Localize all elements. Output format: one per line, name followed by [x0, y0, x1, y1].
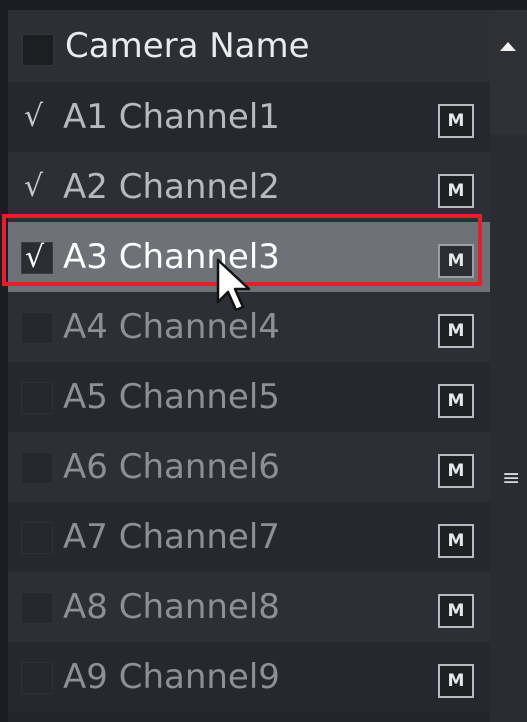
camera-row[interactable]: A6 Channel6 M — [8, 432, 490, 502]
modify-button[interactable]: M — [438, 664, 474, 698]
modify-button[interactable]: M — [438, 594, 474, 628]
camera-list-panel: Camera Name √ A1 Channel1 M √ A2 Channel2 M √ A… — [8, 10, 527, 722]
camera-row[interactable]: A9 Channel9 M — [8, 642, 490, 712]
scroll-thumb[interactable] — [490, 82, 527, 134]
camera-row[interactable]: A8 Channel8 M — [8, 572, 490, 642]
camera-name-label: A7 Channel7 — [63, 517, 280, 557]
modify-button[interactable]: M — [438, 524, 474, 558]
scroll-up-button[interactable] — [490, 10, 527, 82]
triangle-up-icon — [500, 42, 516, 51]
camera-row[interactable]: √ A1 Channel1 M — [8, 82, 490, 152]
camera-row[interactable]: A5 Channel5 M — [8, 362, 490, 432]
camera-name-label: A2 Channel2 — [63, 167, 280, 207]
modify-button[interactable]: M — [438, 104, 474, 138]
vertical-scrollbar[interactable]: ≡ — [490, 10, 527, 722]
row-checkbox[interactable]: √ — [21, 169, 53, 204]
modify-button[interactable]: M — [438, 244, 474, 278]
camera-row[interactable]: A7 Channel7 M — [8, 502, 490, 572]
hamburger-grip-icon[interactable]: ≡ — [502, 468, 520, 490]
camera-name-label: A8 Channel8 — [63, 587, 280, 627]
mouse-pointer-icon — [216, 258, 251, 312]
row-checkbox[interactable] — [21, 452, 53, 484]
modify-button[interactable]: M — [438, 174, 474, 208]
checkmark-icon: √ — [24, 99, 44, 134]
camera-name-label: A5 Channel5 — [63, 377, 280, 417]
modify-button[interactable]: M — [438, 384, 474, 418]
row-checkbox[interactable] — [21, 662, 53, 694]
modify-button[interactable]: M — [438, 314, 474, 348]
select-all-checkbox[interactable] — [22, 34, 54, 66]
row-checkbox[interactable]: √ — [21, 240, 53, 275]
row-checkbox[interactable]: √ — [21, 99, 53, 134]
camera-name-label: A1 Channel1 — [63, 97, 280, 137]
row-checkbox[interactable] — [21, 382, 53, 414]
checkmark-icon: √ — [25, 240, 45, 275]
camera-name-label: A9 Channel9 — [63, 657, 280, 697]
row-checkbox[interactable] — [21, 312, 53, 344]
row-checkbox[interactable] — [21, 592, 53, 624]
checkmark-icon: √ — [24, 169, 44, 204]
modify-button[interactable]: M — [438, 454, 474, 488]
camera-row[interactable]: √ A2 Channel2 M — [8, 152, 490, 222]
camera-name-column-header: Camera Name — [65, 26, 310, 66]
camera-name-label: A6 Channel6 — [63, 447, 280, 487]
list-header: Camera Name — [8, 10, 490, 83]
row-checkbox[interactable] — [21, 522, 53, 554]
